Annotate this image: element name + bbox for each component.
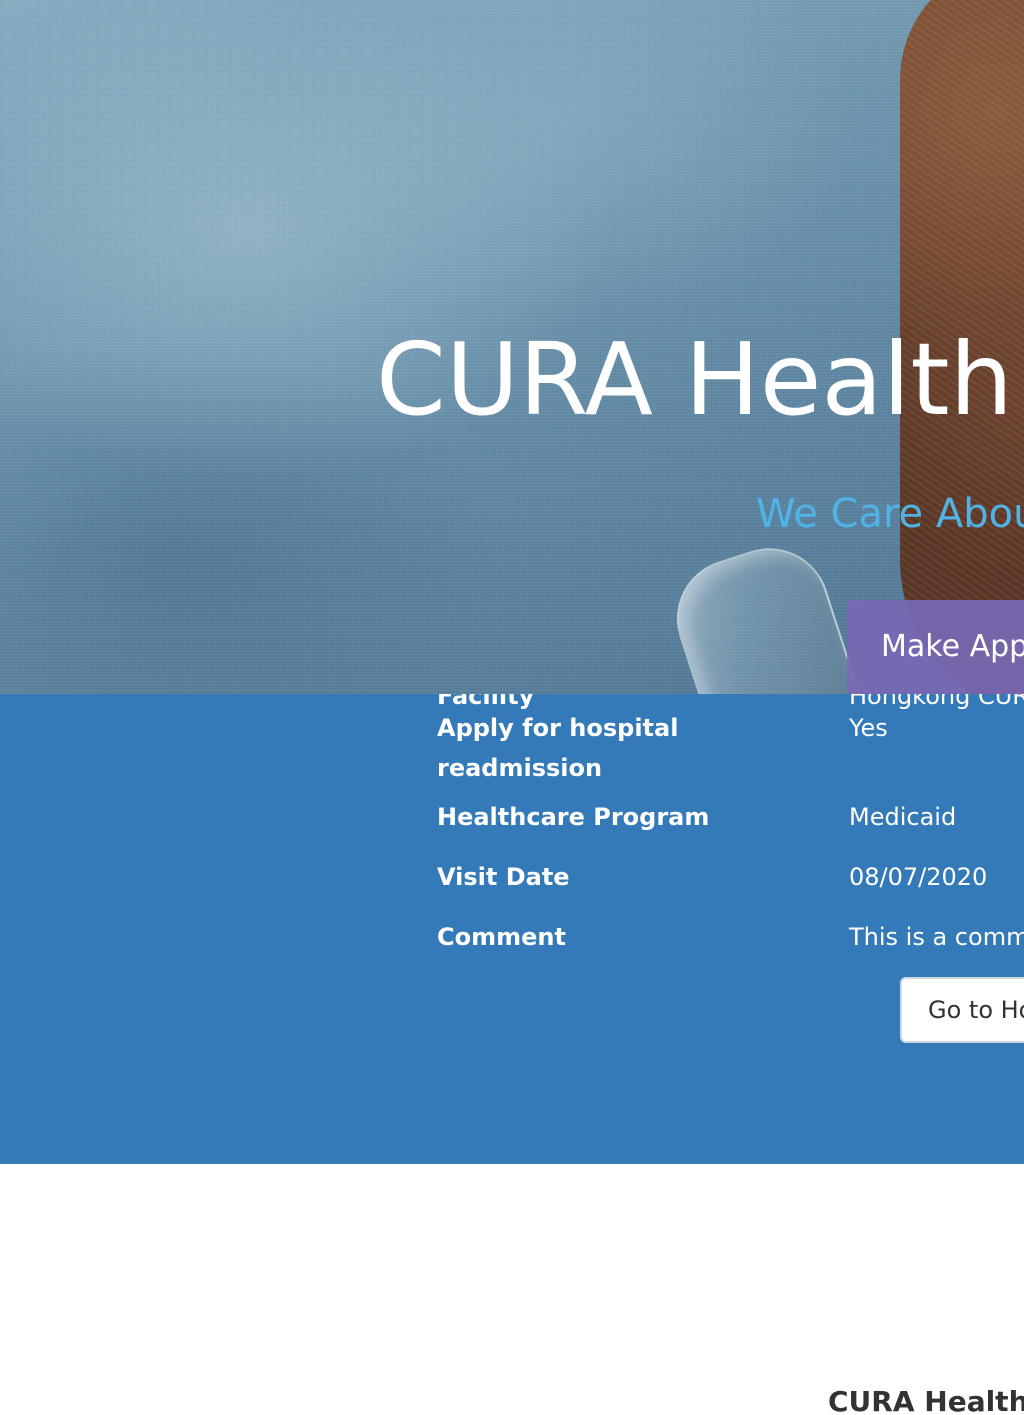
comment-label: Comment [437, 923, 566, 951]
visit-date-label: Visit Date [437, 863, 570, 891]
make-appointment-button[interactable]: Make App [847, 600, 1024, 694]
hero-section: CURA Health We Care Abou Make App [0, 0, 1024, 694]
page: CURA Health We Care Abou Make App Facili… [0, 0, 1024, 1415]
visit-date-value: 08/07/2020 [849, 863, 988, 891]
hero-subtitle: We Care Abou [756, 491, 1024, 537]
readmission-label: Apply for hospital readmission [437, 714, 679, 782]
healthcare-program-value: Medicaid [849, 803, 957, 831]
comment-value: This is a comme [849, 923, 1024, 951]
healthcare-program-label: Healthcare Program [437, 803, 710, 831]
go-to-homepage-button[interactable]: Go to Ho [900, 977, 1024, 1043]
appointment-confirmation-panel: Facility Hongkong CUR Apply for hospital… [0, 694, 1024, 1164]
footer-brand: CURA Health [828, 1385, 1024, 1415]
hero-title: CURA Health [376, 321, 1014, 438]
readmission-value: Yes [849, 714, 888, 742]
